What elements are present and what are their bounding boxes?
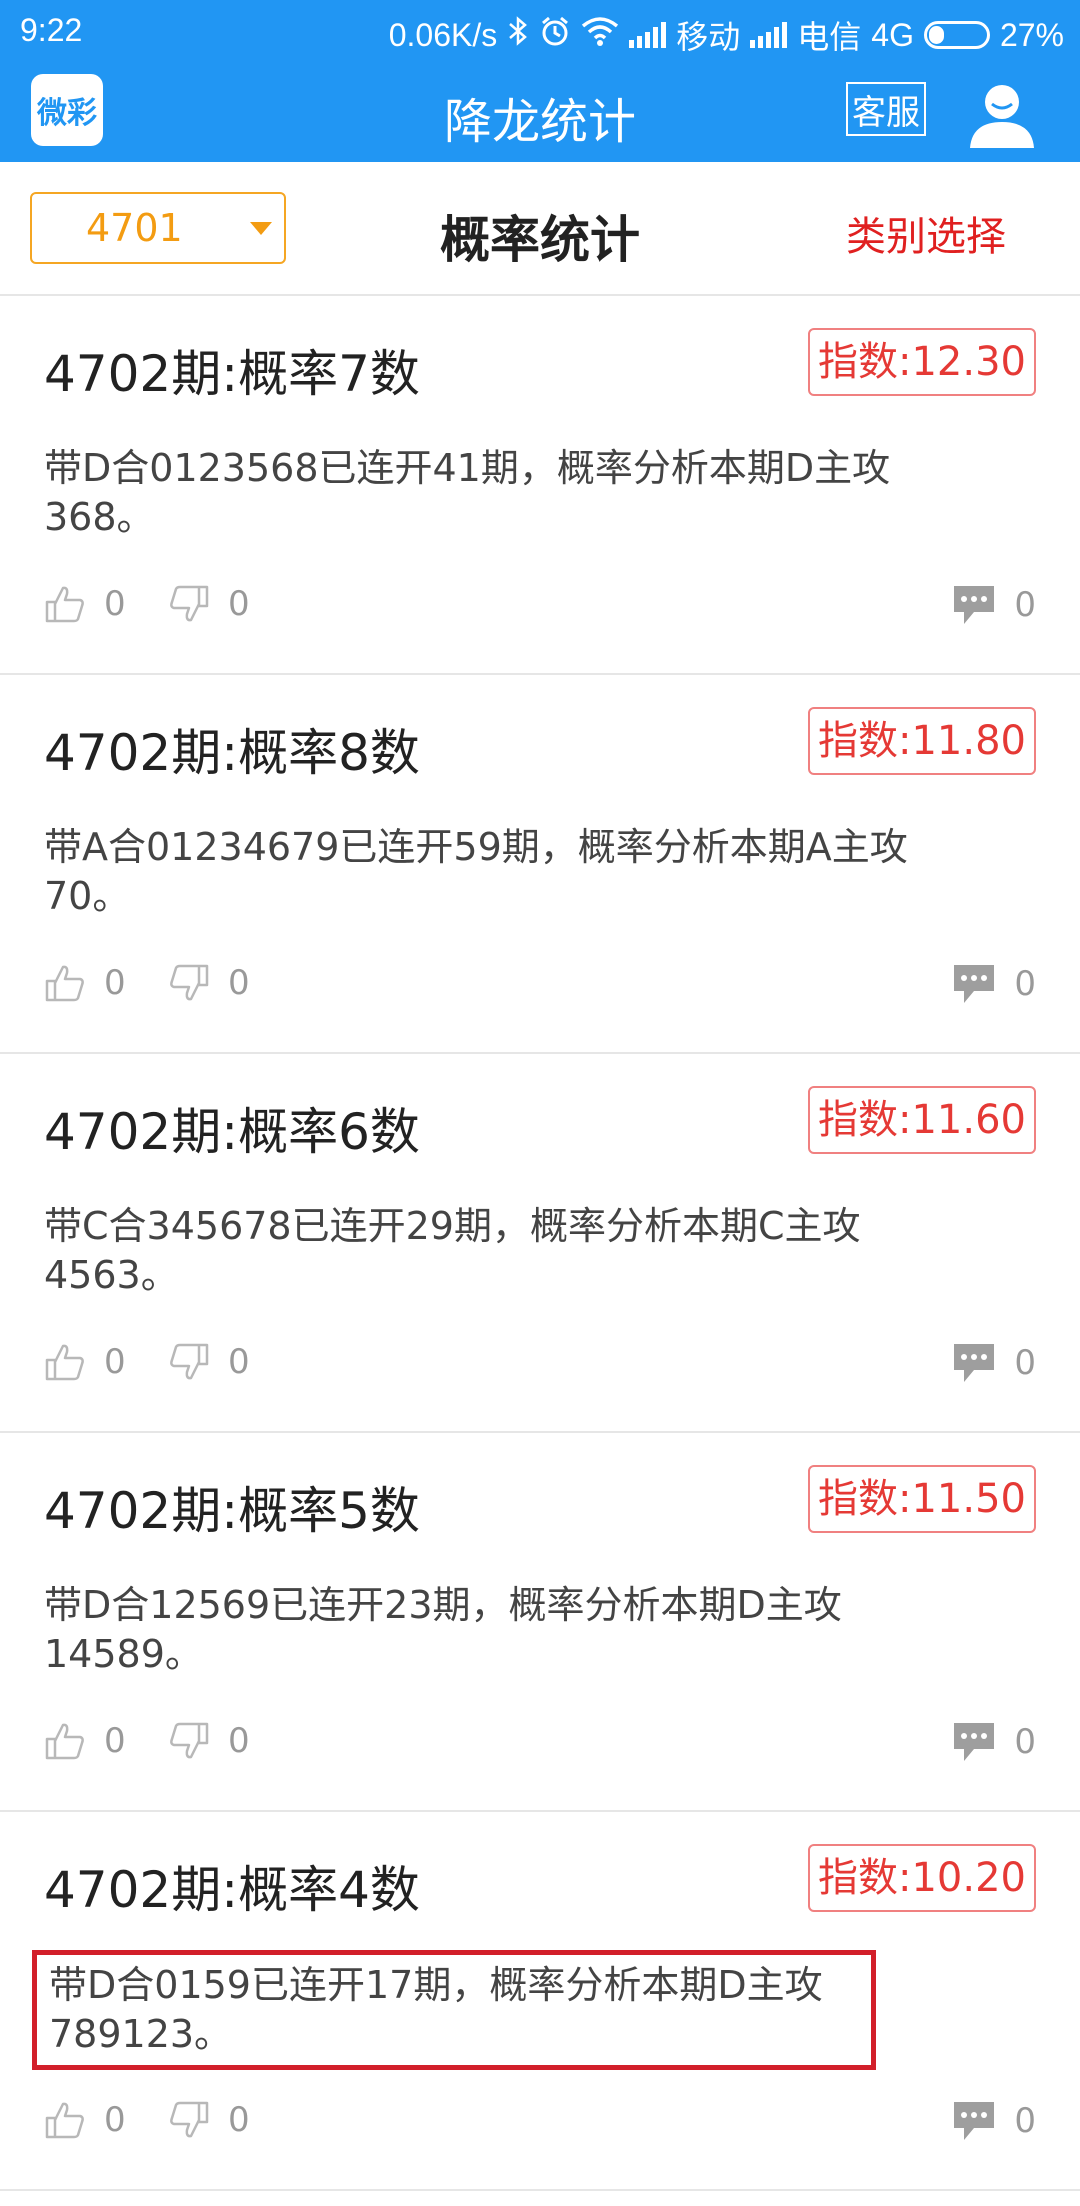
dislike-button[interactable]: 0 xyxy=(168,963,250,1003)
comment-count: 0 xyxy=(1014,1343,1036,1383)
comment-button[interactable]: 0 xyxy=(952,963,1036,1005)
card-title: 4702期:概率7数 xyxy=(44,345,420,403)
thumbs-down-icon xyxy=(168,2100,210,2140)
bluetooth-icon xyxy=(507,15,529,55)
index-badge: 指数:11.80 xyxy=(808,707,1036,775)
card-actions: 0 0 0 xyxy=(44,2100,1036,2148)
card-body: 带C合345678已连开29期，概率分析本期C主攻4563。 xyxy=(44,1204,861,1297)
card-body: 带D合0123568已连开41期，概率分析本期D主攻368。 xyxy=(44,446,891,539)
thumbs-up-icon xyxy=(44,584,86,624)
comment-icon xyxy=(952,584,996,626)
customer-service-button[interactable]: 客服 xyxy=(846,82,926,136)
carrier1-label: 移动 xyxy=(676,19,741,55)
card-title: 4702期:概率8数 xyxy=(44,724,420,782)
comment-count: 0 xyxy=(1014,964,1036,1004)
thumbs-up-icon xyxy=(44,2100,86,2140)
like-count: 0 xyxy=(104,584,126,624)
comment-icon xyxy=(952,2100,996,2142)
comment-icon xyxy=(952,1721,996,1763)
stat-card[interactable]: 4702期:概率5数 指数:11.50 带D合12569已连开23期，概率分析本… xyxy=(0,1433,1080,1812)
dislike-count: 0 xyxy=(228,963,250,1003)
card-actions: 0 0 0 xyxy=(44,1342,1036,1390)
like-button[interactable]: 0 xyxy=(44,584,126,624)
card-body: 带A合01234679已连开59期，概率分析本期A主攻70。 xyxy=(44,825,908,918)
comment-button[interactable]: 0 xyxy=(952,1721,1036,1763)
card-title: 4702期:概率5数 xyxy=(44,1482,420,1540)
battery-icon xyxy=(923,21,990,49)
card-actions: 0 0 0 xyxy=(44,584,1036,632)
index-badge: 指数:10.20 xyxy=(808,1844,1036,1912)
comment-count: 0 xyxy=(1014,2101,1036,2141)
comment-button[interactable]: 0 xyxy=(952,2100,1036,2142)
alarm-icon xyxy=(539,15,571,55)
status-icons: 0.06K/s 移动 电信 4G 27% xyxy=(389,12,1064,58)
thumbs-down-icon xyxy=(168,963,210,1003)
like-button[interactable]: 0 xyxy=(44,1721,126,1761)
comment-button[interactable]: 0 xyxy=(952,1342,1036,1384)
status-time: 9:22 xyxy=(20,12,83,48)
card-actions: 0 0 0 xyxy=(44,963,1036,1011)
signal-icon-2 xyxy=(750,22,788,48)
stats-list: 4702期:概率7数 指数:12.30 带D合0123568已连开41期，概率分… xyxy=(0,296,1080,2191)
index-badge: 指数:11.50 xyxy=(808,1465,1036,1533)
net-speed: 0.06K/s xyxy=(388,16,498,53)
comment-count: 0 xyxy=(1014,585,1036,625)
dislike-button[interactable]: 0 xyxy=(168,1721,250,1761)
thumbs-up-icon xyxy=(44,1721,86,1761)
stat-card[interactable]: 4702期:概率7数 指数:12.30 带D合0123568已连开41期，概率分… xyxy=(0,296,1080,675)
signal-icon xyxy=(629,22,667,48)
like-count: 0 xyxy=(104,963,126,1003)
like-count: 0 xyxy=(104,1721,126,1761)
stat-card[interactable]: 4702期:概率8数 指数:11.80 带A合01234679已连开59期，概率… xyxy=(0,675,1080,1054)
card-body-highlighted: 带D合0159已连开17期，概率分析本期D主攻789123。 xyxy=(32,1950,876,2070)
comment-count: 0 xyxy=(1014,1722,1036,1762)
dislike-button[interactable]: 0 xyxy=(168,584,250,624)
thumbs-down-icon xyxy=(168,584,210,624)
customer-service-label: 客服 xyxy=(852,92,920,133)
thumbs-down-icon xyxy=(168,1342,210,1382)
stat-card[interactable]: 4702期:概率6数 指数:11.60 带C合345678已连开29期，概率分析… xyxy=(0,1054,1080,1433)
like-count: 0 xyxy=(104,1342,126,1382)
card-title: 4702期:概率4数 xyxy=(44,1861,420,1919)
like-button[interactable]: 0 xyxy=(44,2100,126,2140)
thumbs-down-icon xyxy=(168,1721,210,1761)
category-select-button[interactable]: 类别选择 xyxy=(846,204,1006,262)
comment-icon xyxy=(952,963,996,1005)
dislike-count: 0 xyxy=(228,584,250,624)
like-count: 0 xyxy=(104,2100,126,2140)
dislike-button[interactable]: 0 xyxy=(168,1342,250,1382)
card-body: 带D合12569已连开23期，概率分析本期D主攻14589。 xyxy=(44,1583,842,1676)
dislike-count: 0 xyxy=(228,2100,250,2140)
network-type: 4G xyxy=(871,16,914,53)
index-badge: 指数:12.30 xyxy=(808,328,1036,396)
filter-bar: 4701 概率统计 类别选择 xyxy=(0,162,1080,296)
dislike-button[interactable]: 0 xyxy=(168,2100,250,2140)
comment-icon xyxy=(952,1342,996,1384)
dislike-count: 0 xyxy=(228,1342,250,1382)
thumbs-up-icon xyxy=(44,1342,86,1382)
like-button[interactable]: 0 xyxy=(44,963,126,1003)
status-bar: 9:22 0.06K/s 移动 电信 4G 27% xyxy=(0,0,1080,62)
dislike-count: 0 xyxy=(228,1721,250,1761)
carrier2-label: 电信 xyxy=(797,19,862,55)
card-title: 4702期:概率6数 xyxy=(44,1103,420,1161)
like-button[interactable]: 0 xyxy=(44,1342,126,1382)
user-icon[interactable] xyxy=(964,76,1040,152)
thumbs-up-icon xyxy=(44,963,86,1003)
comment-button[interactable]: 0 xyxy=(952,584,1036,626)
app-bar: 微彩 降龙统计 客服 xyxy=(0,62,1080,162)
stat-card[interactable]: 4702期:概率4数 指数:10.20 带D合0159已连开17期，概率分析本期… xyxy=(0,1812,1080,2191)
battery-percent: 27% xyxy=(999,16,1064,53)
wifi-icon xyxy=(581,16,619,54)
card-actions: 0 0 0 xyxy=(44,1721,1036,1769)
index-badge: 指数:11.60 xyxy=(808,1086,1036,1154)
